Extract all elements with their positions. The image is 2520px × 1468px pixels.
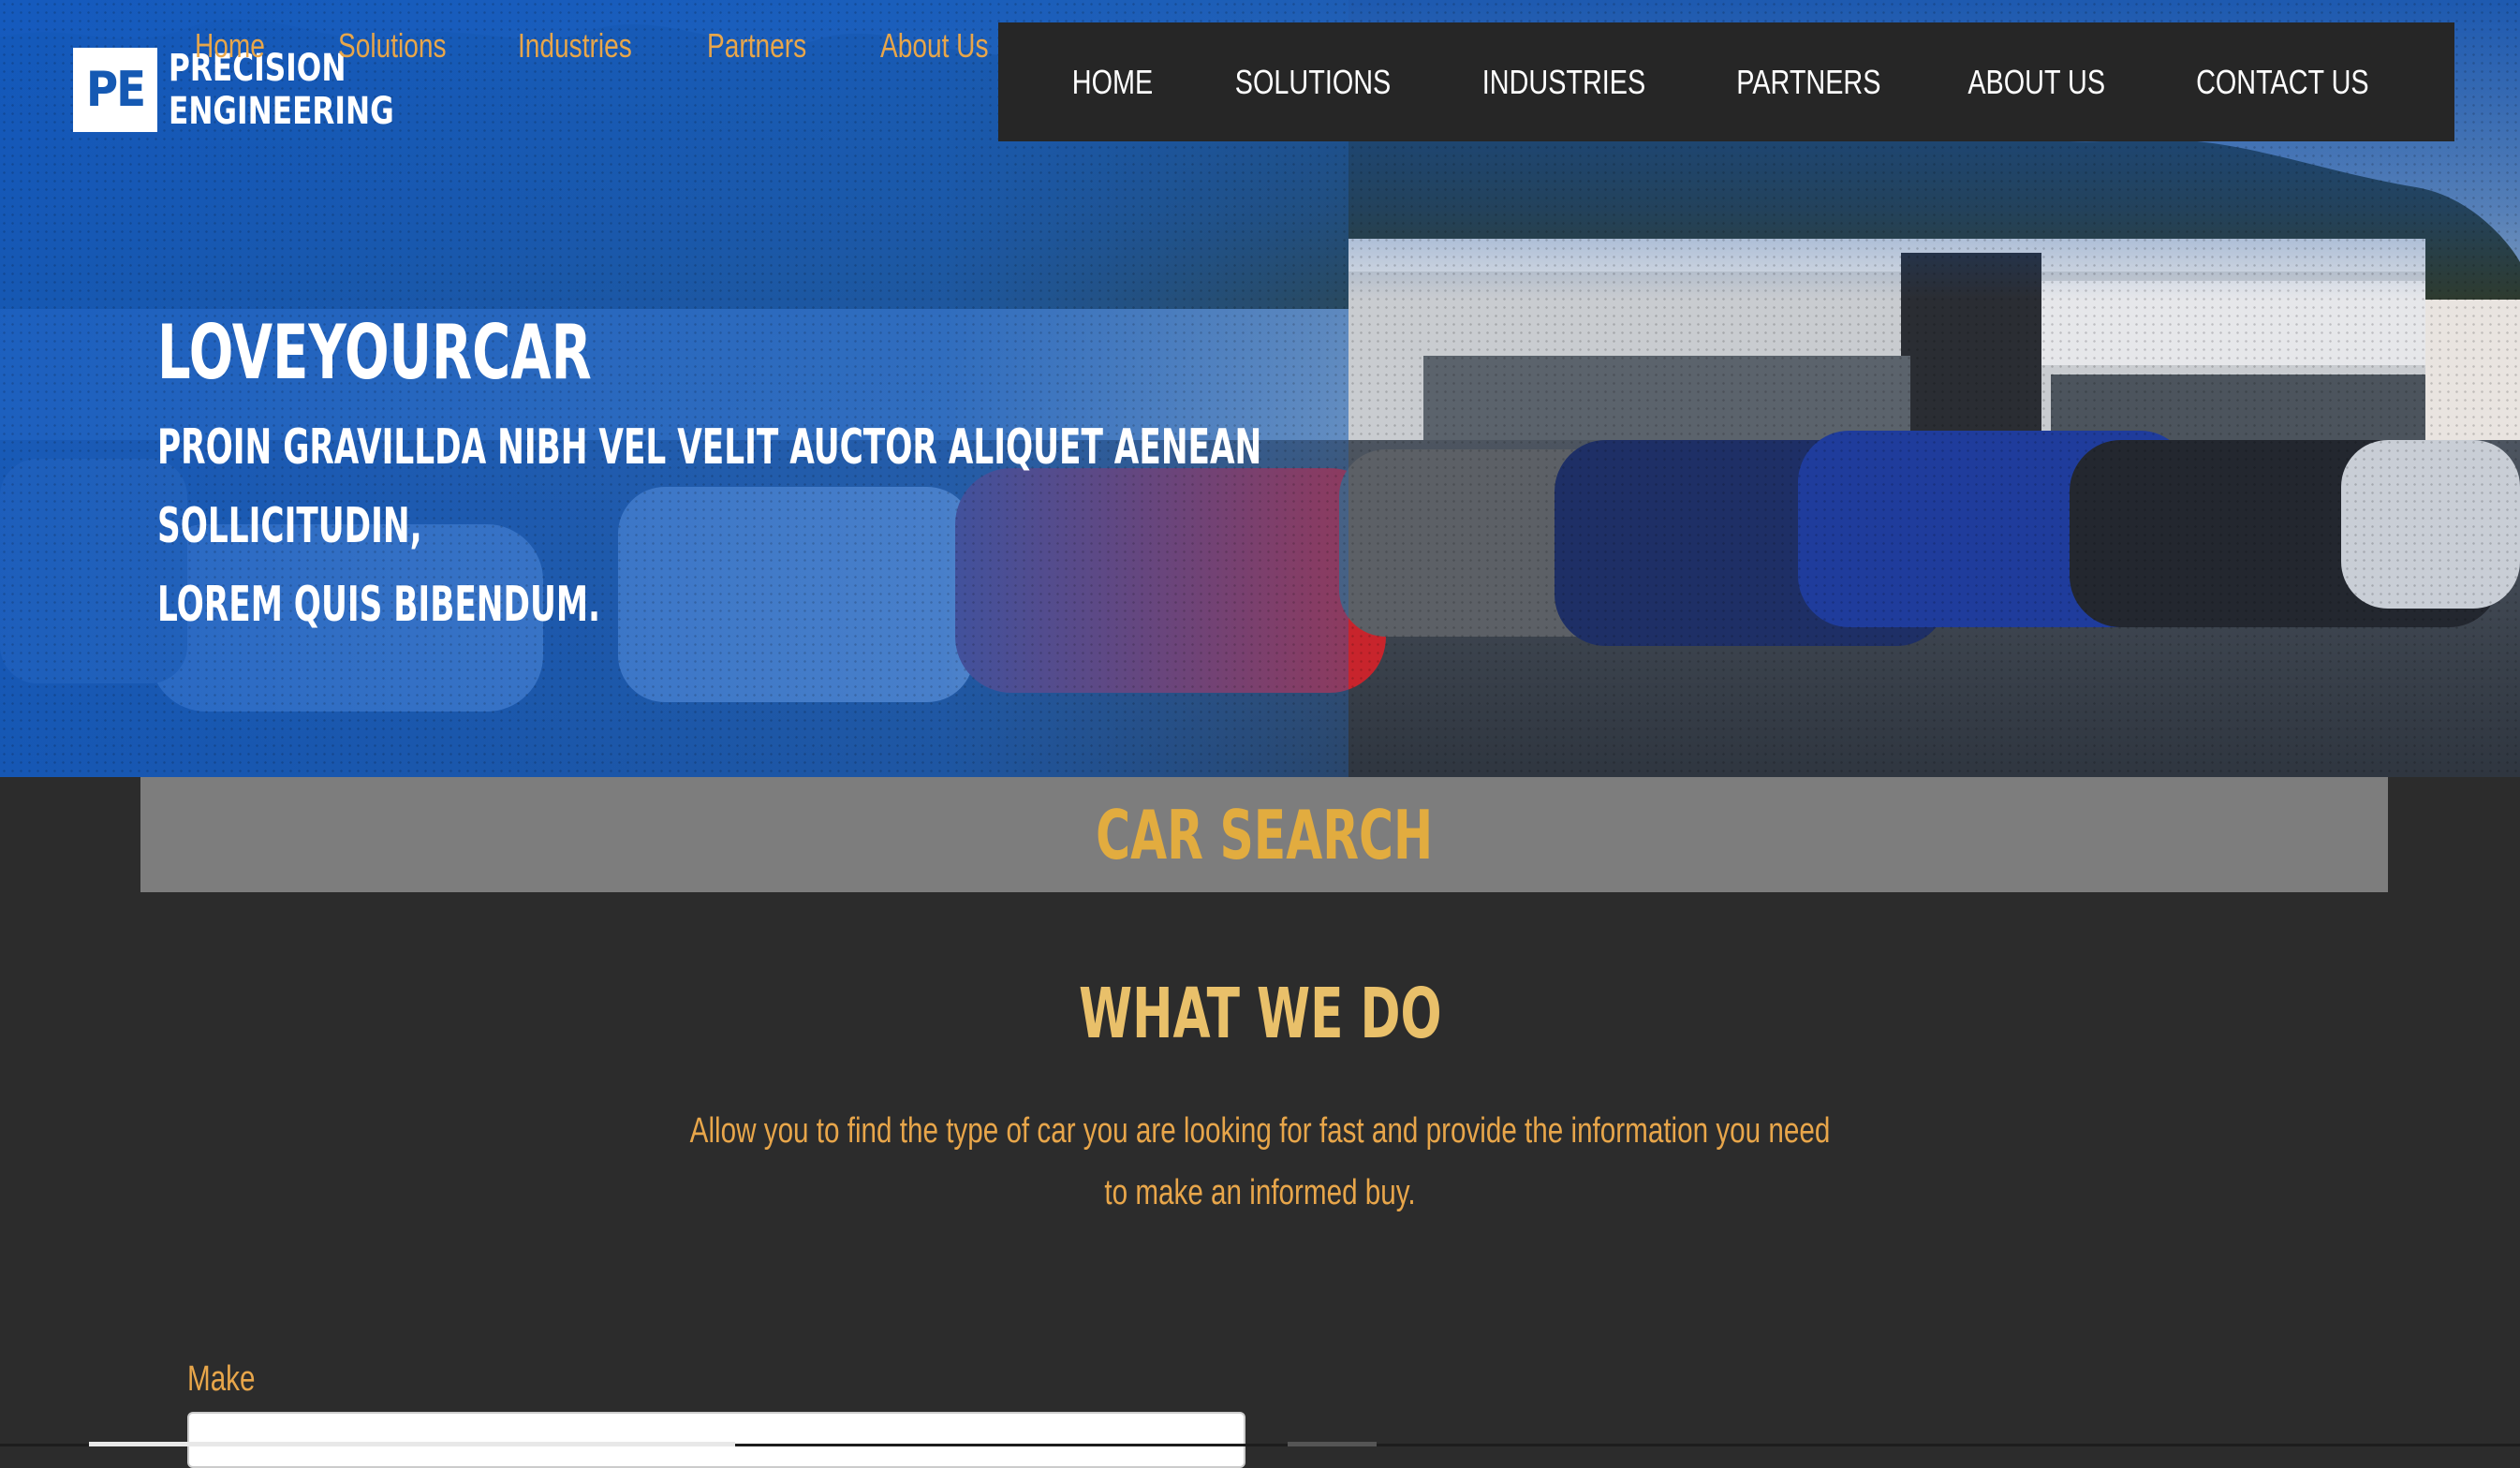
logo-line-2: ENGINEERING xyxy=(169,90,394,133)
what-we-do-line-1: Allow you to find the type of car you ar… xyxy=(689,1111,1831,1151)
hero-title: LOVEYOURCAR xyxy=(157,309,592,396)
what-we-do-line-2: to make an informed buy. xyxy=(1104,1173,1416,1212)
hero-banner: PE PRECISION ENGINEERING Home Solutions … xyxy=(0,0,2520,777)
bottom-divider-light xyxy=(89,1442,735,1446)
hero-subtitle: PROIN GRAVILLDA NIBH VEL VELIT AUCTOR AL… xyxy=(157,408,1393,644)
nav-industries[interactable]: INDUSTRIES xyxy=(1482,63,1645,102)
secondary-nav-about-us[interactable]: About Us xyxy=(880,26,989,66)
nav-home[interactable]: HOME xyxy=(1072,63,1153,102)
what-we-do-section: WHAT WE DO xyxy=(0,974,2520,1054)
secondary-nav-home[interactable]: Home xyxy=(195,26,265,66)
hero-subtitle-line-1: PROIN GRAVILLDA NIBH VEL VELIT AUCTOR AL… xyxy=(157,419,1262,554)
what-we-do-description: Allow you to find the type of car you ar… xyxy=(0,1100,2520,1224)
secondary-nav-industries[interactable]: Industries xyxy=(518,26,632,66)
secondary-nav-partners[interactable]: Partners xyxy=(707,26,806,66)
nav-solutions[interactable]: SOLUTIONS xyxy=(1234,63,1390,102)
hero-subtitle-line-2: LOREM QUIS BIBENDUM. xyxy=(157,577,601,633)
nav-partners[interactable]: PARTNERS xyxy=(1736,63,1880,102)
car-search-bar[interactable]: CAR SEARCH xyxy=(140,777,2388,892)
make-label: Make xyxy=(187,1359,256,1399)
car-search-heading: CAR SEARCH xyxy=(1095,795,1434,874)
main-nav: HOME SOLUTIONS INDUSTRIES PARTNERS ABOUT… xyxy=(998,22,2454,141)
nav-about-us[interactable]: ABOUT US xyxy=(1968,63,2106,102)
make-field[interactable] xyxy=(187,1412,1245,1468)
logo-mark: PE xyxy=(73,48,157,132)
secondary-nav-solutions[interactable]: Solutions xyxy=(338,26,447,66)
nav-contact-us[interactable]: CONTACT US xyxy=(2197,63,2370,102)
bottom-divider-dark xyxy=(1288,1442,1377,1446)
what-we-do-heading: WHAT WE DO xyxy=(1078,974,1442,1054)
